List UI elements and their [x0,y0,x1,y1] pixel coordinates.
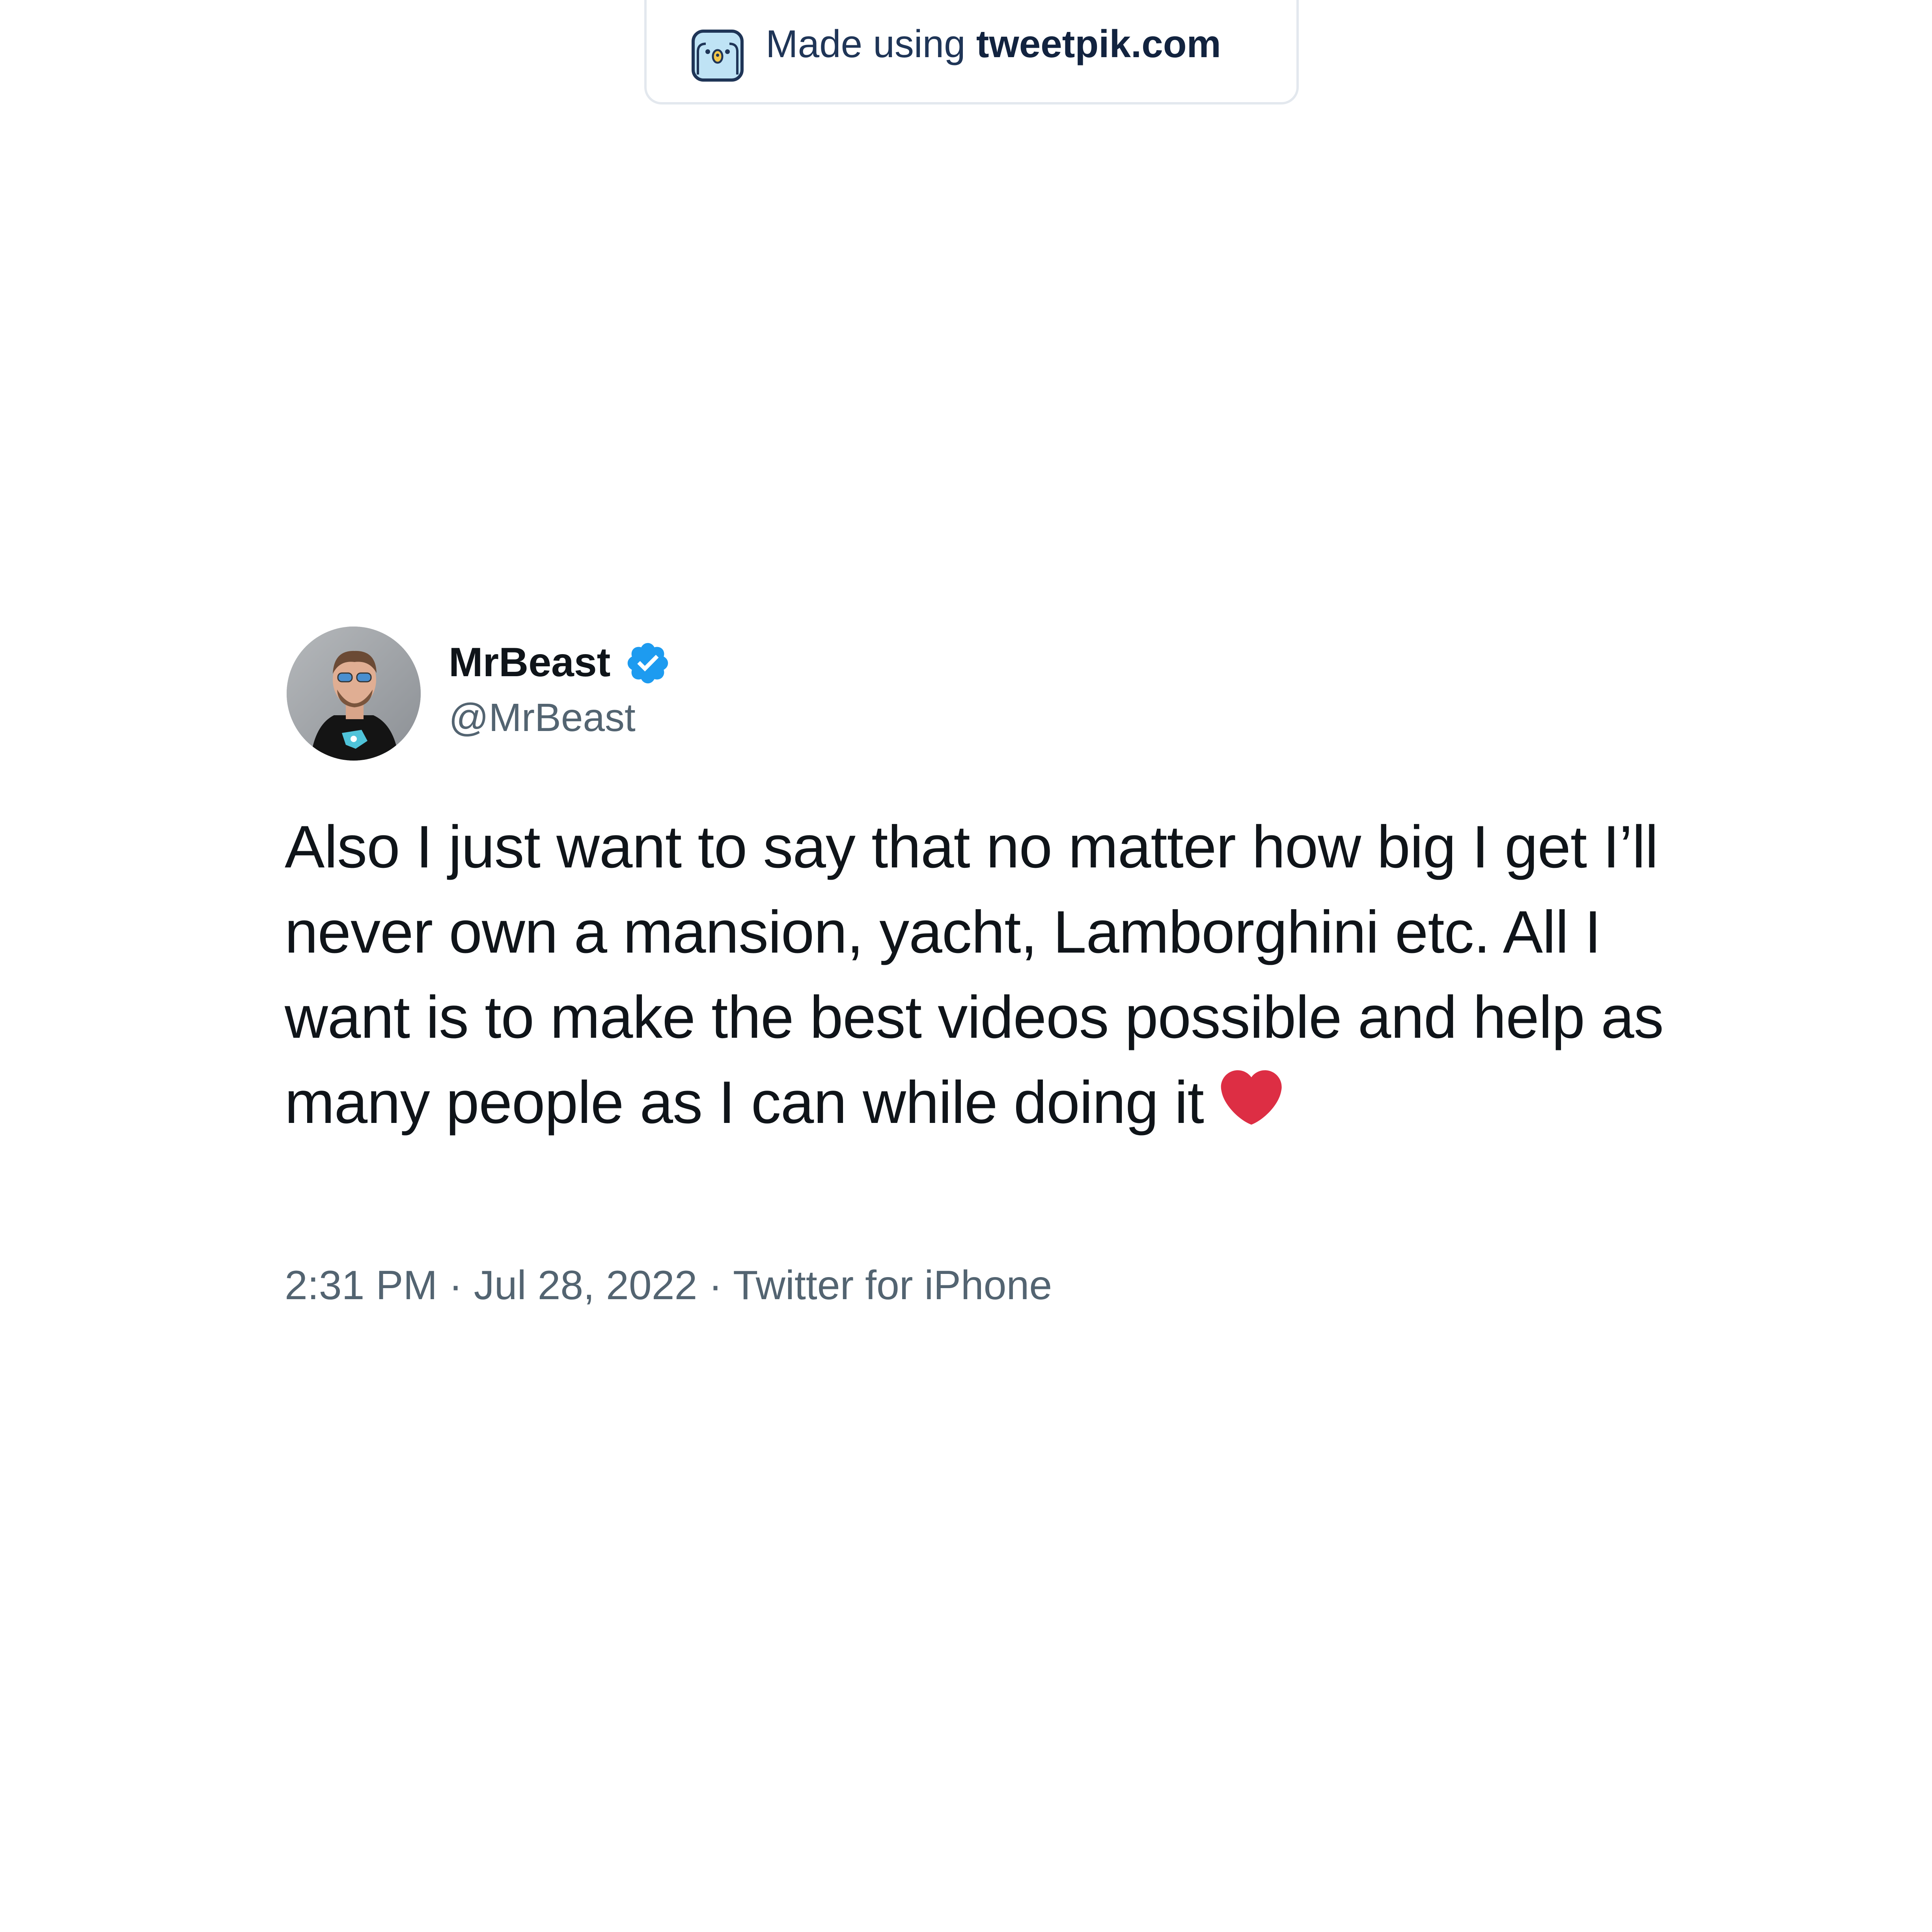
avatar-image [287,627,421,761]
tweet-text: Also I just want to say that no matter h… [285,813,1664,1136]
avatar[interactable] [287,627,421,761]
watermark-brand-link[interactable]: tweetpik.com [976,22,1221,65]
tweet-time[interactable]: 2:31 PM [285,1263,437,1308]
verified-badge-icon [627,643,668,684]
meta-separator: · [437,1263,474,1308]
red-heart-icon [1221,1070,1282,1125]
meta-separator: · [697,1263,733,1308]
watermark-text: Made using tweetpik.com [766,18,1221,69]
watermark-prefix: Made using [766,22,976,65]
display-name[interactable]: MrBeast [449,637,610,688]
tweetpik-watermark[interactable]: Made using tweetpik.com [644,0,1299,104]
tweet-source[interactable]: Twitter for iPhone [733,1263,1052,1308]
tweet-body: Also I just want to say that no matter h… [285,804,1696,1145]
tweet-date[interactable]: Jul 28, 2022 [474,1263,697,1308]
tweetpik-bird-icon [692,30,744,82]
user-handle[interactable]: @MrBeast [449,692,636,743]
tweet-meta: 2:31 PM · Jul 28, 2022 · Twitter for iPh… [285,1260,1052,1311]
